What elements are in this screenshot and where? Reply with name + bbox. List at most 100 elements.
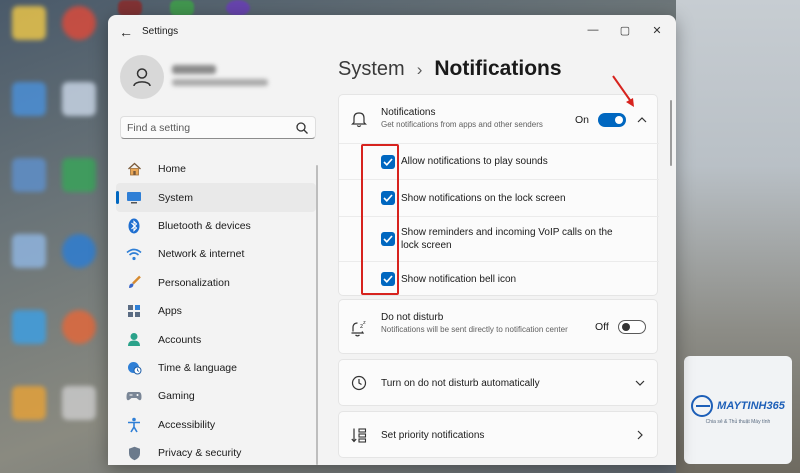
desktop-icon[interactable]	[62, 234, 96, 268]
maximize-button[interactable]: ▢	[610, 19, 640, 41]
title-bar[interactable]: ← Settings — ▢ ✕	[108, 15, 676, 49]
desktop-icon[interactable]	[12, 6, 46, 40]
sidebar-item-gaming[interactable]: Gaming	[116, 382, 316, 410]
minimize-button[interactable]: —	[578, 19, 608, 41]
sidebar-item-accessibility[interactable]: Accessibility	[116, 411, 316, 439]
sidebar-item-label: Time & language	[158, 361, 237, 374]
app-title: Settings	[142, 26, 179, 37]
desktop-icon[interactable]	[62, 310, 96, 344]
desktop-icon[interactable]	[62, 386, 96, 420]
priority-notifications-card[interactable]: Set priority notifications	[338, 411, 658, 458]
bell-icon	[351, 112, 367, 128]
wifi-icon	[126, 246, 142, 262]
notifications-subtitle: Get notifications from apps and other se…	[381, 120, 543, 129]
sidebar-item-label: Home	[158, 163, 187, 176]
dnd-title: Do not disturb	[381, 312, 444, 323]
apps-icon	[126, 303, 142, 319]
taskbar-app-icon[interactable]	[118, 0, 142, 16]
sidebar-item-label: Accessibility	[158, 418, 216, 431]
sidebar-item-label: Privacy & security	[158, 447, 242, 460]
person-icon	[126, 332, 142, 348]
gamepad-icon	[126, 388, 142, 404]
dnd-toggle[interactable]	[618, 320, 646, 334]
option-label: Show reminders and incoming VoIP calls o…	[401, 227, 613, 251]
option-label: Show notifications on the lock screen	[401, 192, 566, 204]
watermark: MAYTINH365 Chia sẻ & Thủ thuật Máy tính	[684, 356, 792, 464]
avatar[interactable]	[120, 55, 164, 99]
search-icon[interactable]	[295, 121, 309, 135]
notifications-title: Notifications	[381, 107, 436, 118]
sidebar-item-network[interactable]: Network & internet	[116, 240, 316, 268]
page-title: Notifications	[434, 57, 562, 80]
shield-icon	[126, 445, 142, 461]
dnd-subtitle: Notifications will be sent directly to n…	[381, 325, 568, 334]
sidebar-item-personalization[interactable]: Personalization	[116, 269, 316, 297]
search-input[interactable]	[127, 120, 287, 136]
profile-email-redacted	[172, 79, 268, 86]
desktop-icon[interactable]	[62, 6, 96, 40]
desktop-icon[interactable]	[12, 310, 46, 344]
desktop-icon[interactable]	[12, 158, 46, 192]
breadcrumb-parent[interactable]: System	[338, 58, 405, 81]
sidebar-scrollbar[interactable]	[316, 165, 318, 465]
taskbar-app-icon[interactable]	[226, 0, 250, 16]
content-scrollbar[interactable]	[670, 100, 672, 166]
sidebar-item-apps[interactable]: Apps	[116, 297, 316, 325]
chevron-right-icon[interactable]	[633, 428, 647, 442]
dnd-toggle-label: Off	[595, 321, 609, 333]
breadcrumb-separator: ›	[416, 60, 423, 79]
desktop-icon[interactable]	[12, 82, 46, 116]
brush-icon	[126, 275, 142, 291]
sidebar-item-home[interactable]: Home	[116, 155, 316, 183]
sidebar-nav: Home System Bluetooth & devices Network …	[116, 155, 316, 465]
dnd-auto-title: Turn on do not disturb automatically	[381, 378, 540, 389]
globe-clock-icon	[126, 360, 142, 376]
do-not-disturb-icon: z z	[351, 320, 366, 337]
clock-icon	[351, 375, 367, 391]
breadcrumb: System › Notifications	[338, 57, 562, 81]
do-not-disturb-card[interactable]: z z Do not disturb Notifications will be…	[338, 299, 658, 354]
profile-name-redacted	[172, 65, 216, 74]
chevron-up-icon[interactable]	[635, 113, 649, 127]
back-button[interactable]: ←	[116, 23, 136, 41]
system-icon	[126, 190, 142, 206]
red-arrow-annotation	[612, 75, 634, 107]
notifications-text: Notifications Get notifications from app…	[381, 107, 543, 130]
sidebar-item-accounts[interactable]: Accounts	[116, 325, 316, 353]
sidebar-item-label: Network & internet	[158, 248, 245, 261]
sidebar-item-system[interactable]: System	[116, 183, 316, 212]
priority-icon	[351, 428, 367, 443]
sidebar-item-label: Bluetooth & devices	[158, 219, 251, 232]
sidebar-item-label: Apps	[158, 305, 182, 318]
sidebar-item-label: System	[158, 191, 194, 204]
search-box[interactable]	[120, 116, 316, 139]
chevron-down-icon[interactable]	[633, 376, 647, 390]
home-icon	[126, 161, 142, 177]
dnd-auto-card[interactable]: Turn on do not disturb automatically	[338, 359, 658, 406]
sidebar-item-privacy[interactable]: Privacy & security	[116, 439, 316, 465]
sidebar-item-time-language[interactable]: Time & language	[116, 354, 316, 382]
close-button[interactable]: ✕	[642, 19, 672, 41]
sidebar-item-label: Accounts	[158, 333, 202, 346]
desktop-icon[interactable]	[62, 82, 96, 116]
option-label: Allow notifications to play sounds	[401, 156, 548, 167]
notifications-toggle-label: On	[575, 114, 590, 126]
dnd-text: Do not disturb Notifications will be sen…	[381, 312, 581, 335]
taskbar-app-icon[interactable]	[170, 0, 194, 16]
sidebar-item-label: Personalization	[158, 276, 230, 289]
desktop-icon[interactable]	[62, 158, 96, 192]
watermark-tagline: Chia sẻ & Thủ thuật Máy tính	[705, 419, 771, 425]
sidebar-item-bluetooth[interactable]: Bluetooth & devices	[116, 212, 316, 240]
notifications-toggle[interactable]	[598, 113, 626, 127]
user-profile[interactable]	[120, 55, 320, 103]
svg-text:z: z	[363, 320, 366, 326]
person-icon	[133, 68, 151, 87]
accessibility-icon	[126, 417, 142, 433]
option-label: Show notification bell icon	[401, 273, 517, 285]
globe-icon	[691, 395, 714, 417]
sidebar-item-label: Gaming	[158, 390, 195, 403]
desktop-icon[interactable]	[12, 234, 46, 268]
desktop-icon[interactable]	[12, 386, 46, 420]
priority-title: Set priority notifications	[381, 430, 485, 441]
watermark-logo: MAYTINH365	[691, 395, 785, 417]
